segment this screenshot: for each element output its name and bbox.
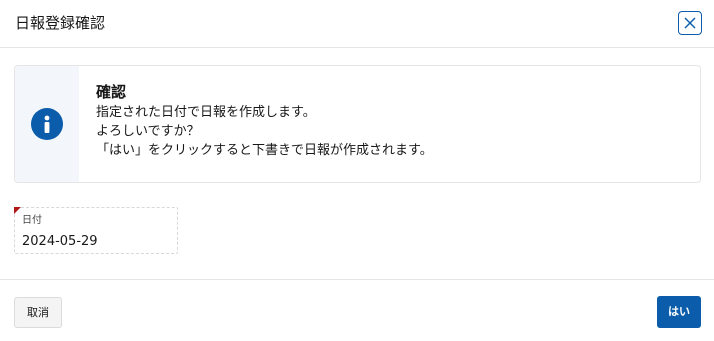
- date-field[interactable]: 日付 2024-05-29: [14, 207, 178, 254]
- alert-body: 確認 指定された日付で日報を作成します。 よろしいですか？ 「はい」をクリックす…: [96, 82, 686, 160]
- alert-message-line: 指定された日付で日報を作成します。: [96, 105, 316, 120]
- footer-divider: [0, 279, 714, 280]
- cancel-button[interactable]: 取消: [14, 297, 62, 328]
- date-field-value[interactable]: 2024-05-29: [22, 233, 98, 250]
- alert-message-line: よろしいですか？: [96, 124, 200, 139]
- required-marker: [14, 207, 21, 214]
- info-icon: [31, 108, 63, 140]
- confirmation-alert: 確認 指定された日付で日報を作成します。 よろしいですか？ 「はい」をクリックす…: [14, 65, 701, 183]
- close-icon: [684, 17, 696, 29]
- dialog-header: 日報登録確認: [0, 0, 714, 48]
- alert-icon-column: [15, 66, 79, 182]
- alert-heading: 確認: [96, 83, 127, 101]
- date-field-label: 日付: [22, 215, 42, 226]
- alert-message-line: 「はい」をクリックすると下書きで日報が作成されます。: [96, 143, 433, 158]
- yes-button[interactable]: はい: [657, 296, 701, 328]
- close-button[interactable]: [678, 11, 702, 35]
- dialog-title: 日報登録確認: [15, 14, 106, 32]
